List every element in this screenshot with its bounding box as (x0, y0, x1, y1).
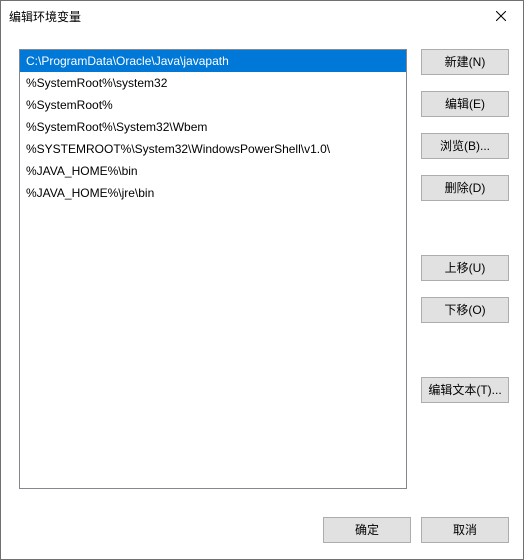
side-button-column: 新建(N) 编辑(E) 浏览(B)... 删除(D) 上移(U) 下移(O) 编… (421, 49, 509, 503)
list-item[interactable]: C:\ProgramData\Oracle\Java\javapath (20, 50, 406, 72)
cancel-button[interactable]: 取消 (421, 517, 509, 543)
content-area: C:\ProgramData\Oracle\Java\javapath %Sys… (1, 31, 523, 503)
list-item[interactable]: %JAVA_HOME%\bin (20, 160, 406, 182)
ok-button[interactable]: 确定 (323, 517, 411, 543)
list-item[interactable]: %SystemRoot% (20, 94, 406, 116)
list-item[interactable]: %JAVA_HOME%\jre\bin (20, 182, 406, 204)
delete-button[interactable]: 删除(D) (421, 175, 509, 201)
edit-button[interactable]: 编辑(E) (421, 91, 509, 117)
list-item[interactable]: %SystemRoot%\System32\Wbem (20, 116, 406, 138)
browse-button[interactable]: 浏览(B)... (421, 133, 509, 159)
edit-text-button[interactable]: 编辑文本(T)... (421, 377, 509, 403)
new-button[interactable]: 新建(N) (421, 49, 509, 75)
list-item[interactable]: %SystemRoot%\system32 (20, 72, 406, 94)
move-down-button[interactable]: 下移(O) (421, 297, 509, 323)
path-listbox[interactable]: C:\ProgramData\Oracle\Java\javapath %Sys… (19, 49, 407, 489)
window-title: 编辑环境变量 (9, 8, 81, 25)
list-item[interactable]: %SYSTEMROOT%\System32\WindowsPowerShell\… (20, 138, 406, 160)
titlebar: 编辑环境变量 (1, 1, 523, 31)
close-icon (496, 11, 506, 21)
footer: 确定 取消 (1, 503, 523, 559)
move-up-button[interactable]: 上移(U) (421, 255, 509, 281)
dialog-window: 编辑环境变量 C:\ProgramData\Oracle\Java\javapa… (0, 0, 524, 560)
close-button[interactable] (478, 1, 523, 31)
